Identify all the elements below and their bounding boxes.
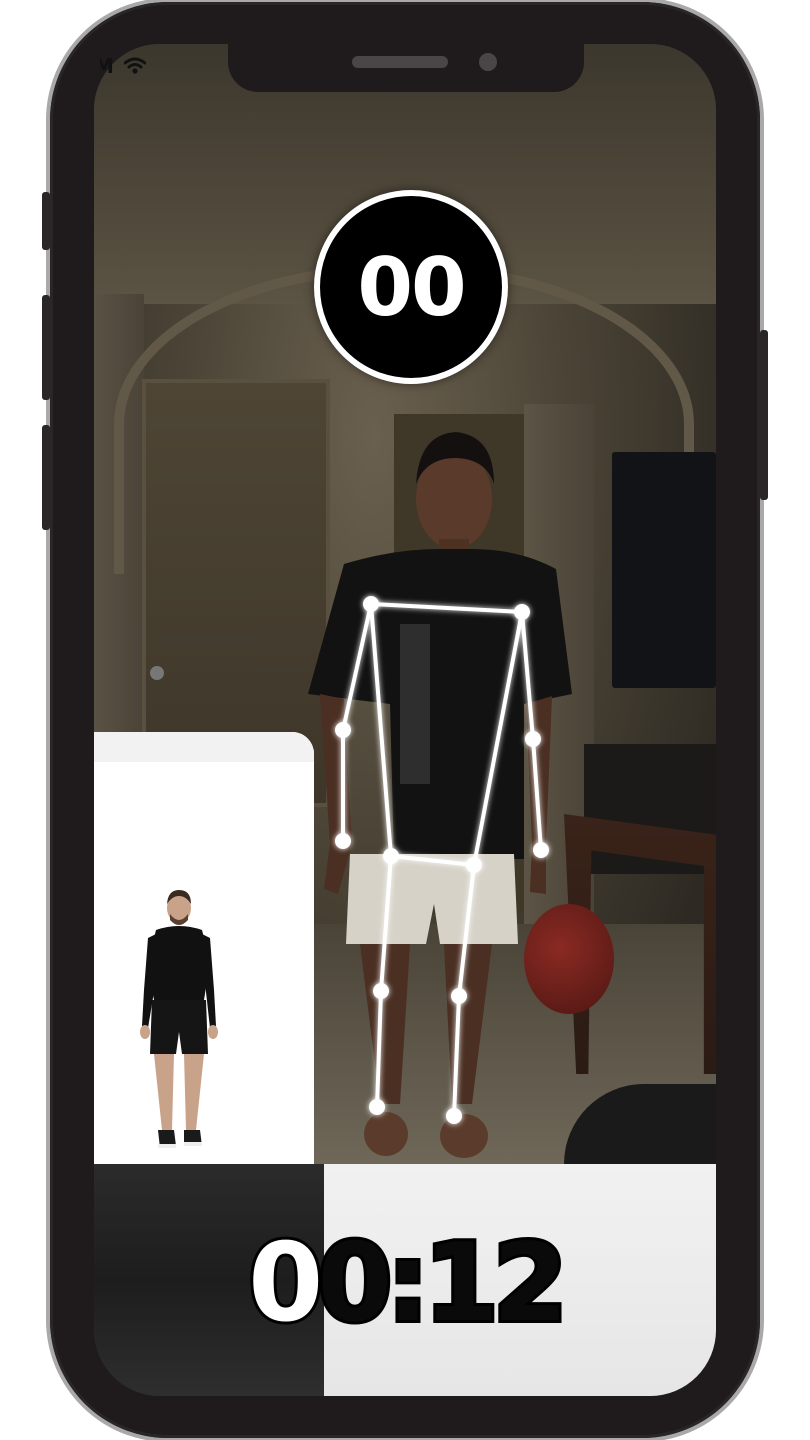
volume-down-button	[42, 425, 50, 530]
phone-notch	[228, 44, 584, 92]
front-camera	[479, 53, 497, 71]
reference-athlete-image	[94, 732, 314, 1164]
workout-timer-bar: 00:12	[94, 1164, 716, 1396]
speaker-grille	[352, 56, 448, 68]
mute-switch	[42, 192, 50, 250]
rep-counter-value: 00	[357, 240, 466, 334]
wifi-icon	[123, 57, 146, 74]
status-bar: M	[100, 54, 170, 78]
volume-up-button	[42, 295, 50, 400]
workout-timer: 00:12	[94, 1221, 716, 1347]
rep-counter: 00	[314, 190, 508, 384]
power-button	[760, 330, 768, 500]
timer-digits-rest: 0:12	[314, 1221, 571, 1347]
status-time: M	[100, 54, 114, 78]
timer-digit-first: 0	[245, 1221, 326, 1347]
app-screen: 00 00:12	[94, 44, 716, 1396]
reference-video-card[interactable]	[94, 732, 314, 1164]
